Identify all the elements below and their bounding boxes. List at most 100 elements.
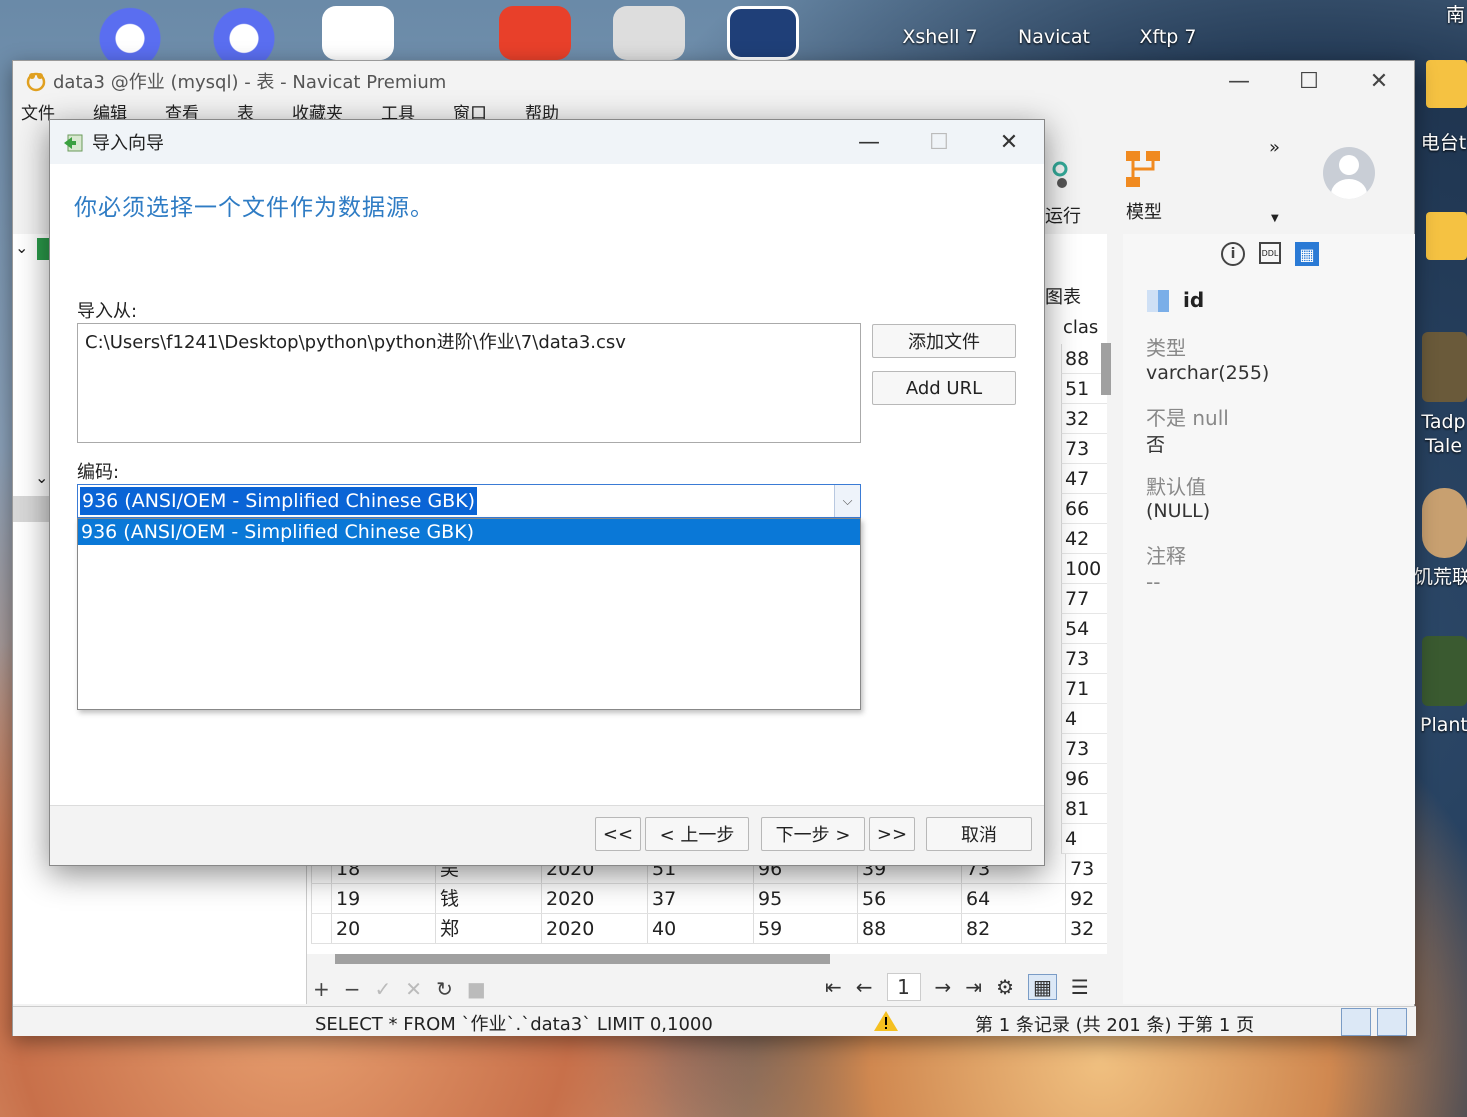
grid-cell[interactable]: 56 [857, 884, 961, 913]
grid-layout-icon[interactable]: ▦ [1295, 242, 1319, 266]
grid-cell[interactable]: 郑 [435, 914, 541, 943]
grid-cell[interactable]: 钱 [435, 884, 541, 913]
grid-cell[interactable]: 96 [1061, 764, 1107, 794]
grid-cell[interactable]: 73 [1061, 434, 1107, 464]
game-icon[interactable] [1422, 636, 1467, 706]
folder-icon[interactable] [1426, 60, 1467, 108]
xftp-desktop-icon[interactable]: Xftp 7 [1126, 26, 1210, 48]
grid-cell[interactable]: 20 [331, 914, 435, 943]
ddl-icon[interactable]: DDL [1259, 242, 1281, 264]
column-header-clas[interactable]: clas [1063, 317, 1107, 338]
dialog-minimize-button[interactable]: — [834, 120, 904, 164]
browser-icon[interactable] [208, 6, 280, 60]
grid-cell[interactable]: 73 [1065, 854, 1107, 883]
file-path-item[interactable]: C:\Users\f1241\Desktop\python\python进阶\作… [85, 328, 853, 354]
game-icon[interactable] [1422, 488, 1467, 558]
grid-cell[interactable]: 77 [1061, 584, 1107, 614]
desktop-game-dst[interactable]: 饥荒联 [1414, 562, 1467, 589]
page-number-input[interactable]: 1 [886, 973, 921, 1001]
grid-view-icon[interactable]: ▦ [1028, 974, 1057, 1000]
grid-cell[interactable]: 100 [1061, 554, 1107, 584]
minimize-button[interactable]: — [1204, 61, 1274, 101]
form-view-icon[interactable]: ☰ [1071, 975, 1089, 999]
desktop-game-tadpole[interactable]: Tadp Tale [1420, 410, 1467, 458]
stop-icon[interactable]: ■ [467, 977, 486, 1001]
grid-cell[interactable]: 4 [1061, 704, 1107, 734]
xshell-desktop-icon[interactable]: Xshell 7 [898, 26, 982, 48]
grid-cell[interactable]: 64 [961, 884, 1065, 913]
dialog-close-button[interactable]: ✕ [974, 120, 1044, 164]
row-selector[interactable] [311, 884, 331, 913]
chevron-down-icon[interactable]: ⌵ [834, 485, 860, 517]
grid-cell[interactable]: 2020 [541, 914, 647, 943]
user-avatar[interactable] [1323, 147, 1375, 199]
grid-cell[interactable]: 73 [1061, 644, 1107, 674]
cancel-button[interactable]: 取消 [926, 817, 1032, 851]
xmind-icon[interactable] [499, 6, 571, 60]
row-selector[interactable] [311, 914, 331, 943]
table-row[interactable]: 20 郑 2020 40 59 88 82 32 [311, 914, 1107, 944]
grid-cell[interactable]: 66 [1061, 494, 1107, 524]
vertical-scrollbar[interactable] [1101, 343, 1111, 395]
grid-cell[interactable]: 4 [1061, 824, 1107, 854]
grid-cell[interactable]: 40 [647, 914, 753, 943]
info-icon[interactable]: i [1221, 242, 1245, 266]
grid-cell[interactable]: 42 [1061, 524, 1107, 554]
refresh-icon[interactable]: ↻ [436, 977, 453, 1001]
grid-cell[interactable]: 95 [753, 884, 857, 913]
grid-cell[interactable]: 92 [1065, 884, 1107, 913]
apply-icon[interactable]: ✓ [375, 977, 392, 1001]
grid-cell[interactable]: 82 [961, 914, 1065, 943]
model-toolbar-button[interactable]: 模型 [1119, 149, 1169, 224]
horizontal-scrollbar[interactable] [335, 954, 830, 964]
next-step-button[interactable]: 下一步 > [761, 817, 865, 851]
prev-step-button[interactable]: < 上一步 [645, 817, 749, 851]
add-file-button[interactable]: 添加文件 [872, 324, 1016, 358]
chart-tab[interactable]: 图表 [1045, 283, 1081, 309]
grid-cell[interactable]: 19 [331, 884, 435, 913]
grid-cell[interactable]: 2020 [541, 884, 647, 913]
grid-cell[interactable]: 32 [1065, 914, 1107, 943]
game-icon[interactable] [1422, 332, 1467, 402]
toolbar-more-button[interactable]: » [1269, 137, 1280, 158]
desktop-folder-radio[interactable]: 电台t [1420, 128, 1467, 155]
grid-cell[interactable]: 59 [753, 914, 857, 943]
toggle-left-panel-button[interactable] [1341, 1008, 1371, 1036]
baidu-netdisk-icon[interactable] [322, 6, 394, 60]
settings-gear-icon[interactable]: ⚙ [996, 975, 1014, 999]
folder-icon[interactable] [1426, 212, 1467, 260]
grid-cell[interactable]: 88 [857, 914, 961, 943]
dialog-maximize-button[interactable]: ☐ [904, 120, 974, 164]
grid-cell[interactable]: 73 [1061, 734, 1107, 764]
file-list-box[interactable]: C:\Users\f1241\Desktop\python\python进阶\作… [77, 323, 861, 443]
browser-icon[interactable] [94, 6, 166, 60]
desktop-icon-south[interactable]: 南 [1444, 0, 1467, 27]
desktop-game-plants[interactable]: Plants [1420, 714, 1467, 736]
grid-cell[interactable]: 81 [1061, 794, 1107, 824]
close-button[interactable]: ✕ [1344, 61, 1414, 101]
grid-cell[interactable]: 54 [1061, 614, 1107, 644]
run-toolbar-button[interactable]: 运行 [1043, 157, 1083, 228]
navicat-desktop-icon[interactable]: Navicat [1012, 26, 1096, 48]
zotero-icon[interactable] [613, 6, 685, 60]
add-record-icon[interactable]: + [313, 977, 330, 1001]
selected-tree-item[interactable] [13, 496, 49, 522]
last-step-button[interactable]: >> [869, 817, 915, 851]
toolbar-dropdown-icon[interactable]: ▼ [1271, 213, 1279, 224]
grid-cell[interactable]: 47 [1061, 464, 1107, 494]
discard-icon[interactable]: ✕ [405, 977, 422, 1001]
expand-chevron-icon[interactable]: ⌄ [35, 468, 48, 487]
table-row[interactable]: 19 钱 2020 37 95 56 64 92 [311, 884, 1107, 914]
maximize-button[interactable]: ☐ [1274, 61, 1344, 101]
grid-cell[interactable]: 32 [1061, 404, 1107, 434]
encoding-option[interactable]: 936 (ANSI/OEM - Simplified Chinese GBK) [78, 519, 860, 545]
expand-chevron-icon[interactable]: ⌄ [15, 238, 28, 257]
toggle-right-panel-button[interactable] [1377, 1008, 1407, 1036]
grid-cell[interactable]: 37 [647, 884, 753, 913]
warning-icon[interactable] [873, 1009, 899, 1033]
encoding-select[interactable]: 936 (ANSI/OEM - Simplified Chinese GBK) … [77, 484, 861, 518]
next-page-icon[interactable]: → [935, 975, 952, 999]
last-page-icon[interactable]: ⇥ [965, 975, 982, 999]
first-page-icon[interactable]: ⇤ [825, 975, 842, 999]
add-url-button[interactable]: Add URL [872, 371, 1016, 405]
